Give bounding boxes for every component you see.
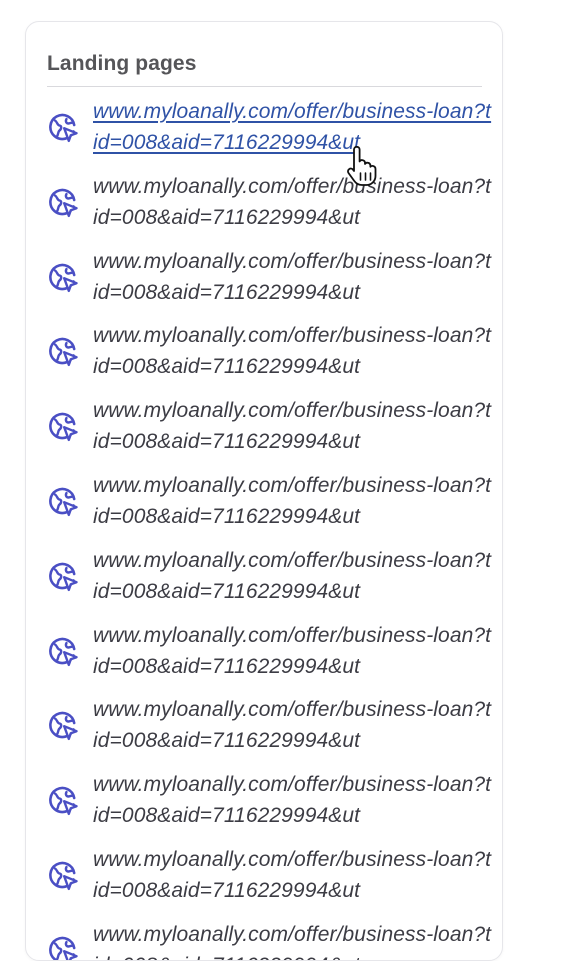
landing-page-item[interactable]: www.myloanally.com/offer/business-loan?t… [26,470,502,540]
landing-page-item[interactable]: www.myloanally.com/offer/business-loan?t… [26,320,502,390]
landing-page-url-link[interactable]: www.myloanally.com/offer/business-loan?t… [93,919,493,960]
globe-cursor-icon [49,637,78,666]
globe-cursor-icon [49,188,78,217]
landing-page-item[interactable]: www.myloanally.com/offer/business-loan?t… [26,545,502,615]
globe-cursor-icon [49,412,78,442]
landing-page-item[interactable]: www.myloanally.com/offer/business-loan?t… [26,620,502,690]
landing-page-url-link[interactable]: www.myloanally.com/offer/business-loan?t… [93,96,493,158]
landing-page-item[interactable]: www.myloanally.com/offer/business-loan?t… [26,395,502,465]
landing-pages-panel: Landing pages www.myloanally.com/offer/b… [25,21,503,961]
landing-page-item[interactable]: www.myloanally.com/offer/business-loan?t… [26,844,502,914]
landing-page-url-link[interactable]: www.myloanally.com/offer/business-loan?t… [93,246,493,308]
landing-page-url-link[interactable]: www.myloanally.com/offer/business-loan?t… [93,470,493,532]
landing-page-url-link[interactable]: www.myloanally.com/offer/business-loan?t… [93,395,493,457]
landing-page-url-link[interactable]: www.myloanally.com/offer/business-loan?t… [93,620,493,682]
landing-page-item[interactable]: www.myloanally.com/offer/business-loan?t… [26,919,502,960]
globe-cursor-icon [49,936,78,960]
landing-page-url-link[interactable]: www.myloanally.com/offer/business-loan?t… [93,171,493,233]
globe-cursor-icon [49,786,78,816]
globe-cursor-icon [49,562,78,591]
globe-cursor-icon [49,487,78,517]
globe-cursor-icon [49,712,78,741]
landing-page-item[interactable]: www.myloanally.com/offer/business-loan?t… [26,171,502,241]
globe-cursor-icon [49,861,78,891]
panel-title: Landing pages [47,52,197,75]
landing-page-url-link[interactable]: www.myloanally.com/offer/business-loan?t… [93,769,493,831]
globe-cursor-icon [49,113,78,143]
landing-page-url-link[interactable]: www.myloanally.com/offer/business-loan?t… [93,694,493,756]
landing-page-url-link[interactable]: www.myloanally.com/offer/business-loan?t… [93,545,493,607]
landing-page-item[interactable]: www.myloanally.com/offer/business-loan?t… [26,769,502,839]
landing-page-item[interactable]: www.myloanally.com/offer/business-loan?t… [26,694,502,764]
globe-cursor-icon [49,263,78,292]
landing-page-item[interactable]: www.myloanally.com/offer/business-loan?t… [26,246,502,316]
globe-cursor-icon [49,338,78,367]
landing-page-url-link[interactable]: www.myloanally.com/offer/business-loan?t… [93,320,493,382]
title-divider [47,86,482,87]
landing-page-item[interactable]: www.myloanally.com/offer/business-loan?t… [26,96,502,166]
landing-page-url-link[interactable]: www.myloanally.com/offer/business-loan?t… [93,844,493,906]
